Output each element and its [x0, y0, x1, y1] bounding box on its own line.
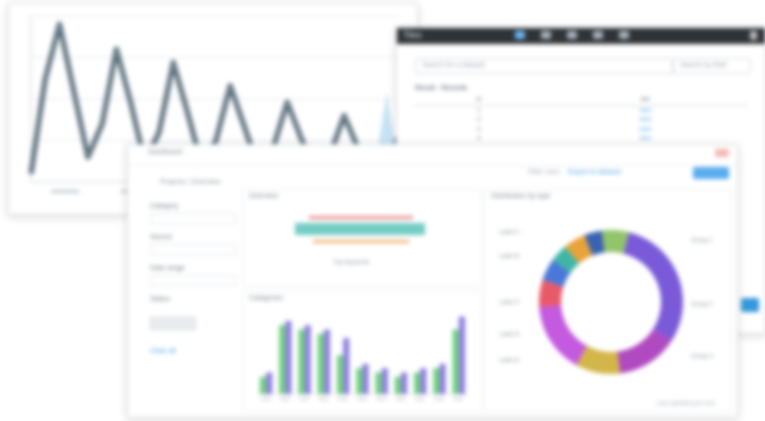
filter-field-date[interactable]	[150, 275, 236, 286]
table-row[interactable]: 2 view	[415, 116, 748, 126]
field-search-input[interactable]: Search by field	[673, 58, 751, 74]
wordcloud-main	[295, 223, 425, 235]
action-button[interactable]	[741, 298, 759, 312]
nav-home-icon[interactable]	[515, 31, 525, 39]
filter-label-category: Category	[150, 203, 179, 210]
x-tick-label	[434, 398, 444, 400]
x-tick-label	[395, 398, 406, 400]
x-tick-label	[337, 398, 348, 400]
nav-data-icon[interactable]	[541, 31, 551, 39]
x-tick-label	[318, 398, 329, 400]
app-topbar: Tiles	[397, 28, 765, 44]
table-row[interactable]: 1 view	[415, 106, 748, 116]
table-cell-link[interactable]: view	[542, 125, 748, 135]
x-tick-label	[453, 398, 464, 400]
bar	[343, 338, 350, 394]
bar-chart	[257, 316, 469, 400]
x-tick-label	[51, 190, 79, 193]
export-link[interactable]: Export to dataset	[568, 169, 621, 176]
column-header-id[interactable]: id	[415, 95, 543, 106]
table-cell-link[interactable]: view	[542, 106, 748, 116]
app-nav	[515, 31, 629, 39]
nav-user-icon[interactable]	[619, 31, 629, 39]
bar	[285, 320, 292, 394]
apply-button[interactable]	[150, 317, 196, 330]
filter-label-date: Date range	[150, 265, 185, 272]
bar	[458, 316, 465, 394]
bar	[394, 376, 401, 394]
search-input[interactable]: Search for a dataset	[415, 58, 673, 74]
x-tick-label	[299, 398, 309, 400]
bar	[298, 329, 305, 394]
primary-button[interactable]	[693, 167, 729, 179]
filter-label-source: Source	[150, 234, 173, 241]
sub-breadcrumb: Projects / Overview	[160, 179, 221, 186]
donut-slice	[617, 328, 672, 374]
footer-status: Last updated just now	[656, 401, 715, 407]
table-cell-id: 1	[477, 107, 481, 114]
x-tick-label	[376, 398, 387, 400]
section-label: Result - Records	[415, 85, 468, 92]
app-title: Tiles	[403, 30, 422, 40]
table-cell-link[interactable]: view	[542, 135, 748, 145]
bar	[304, 325, 311, 394]
donut-chart-panel: Distribution by type Label A Label B Lab…	[484, 189, 732, 413]
bar	[414, 372, 421, 394]
breadcrumb[interactable]: Dashboard	[148, 149, 182, 156]
filter-field-category[interactable]	[150, 213, 236, 224]
filter-field-source[interactable]	[150, 244, 236, 255]
wordcloud-line	[309, 216, 413, 219]
bar	[266, 372, 273, 394]
x-tick-label	[357, 398, 367, 400]
donut-chart	[538, 230, 683, 374]
donut-slice	[623, 232, 683, 341]
donut-slice	[539, 305, 587, 366]
wordcloud-caption: Top keywords	[333, 260, 370, 266]
column-header-link[interactable]: link	[542, 95, 748, 106]
bar	[362, 363, 369, 394]
bar	[337, 355, 344, 394]
bar	[375, 372, 382, 394]
nav-chart-icon[interactable]	[567, 31, 577, 39]
bar	[356, 368, 363, 394]
dashboard-header: Dashboard	[128, 145, 737, 166]
close-icon[interactable]	[715, 149, 729, 157]
nav-settings-icon[interactable]	[593, 31, 603, 39]
filter-label-status: Status	[150, 296, 170, 303]
bar-chart-panel: Categories	[242, 291, 482, 413]
table-cell-id: 4	[477, 136, 481, 143]
table-row[interactable]: 4 view	[415, 135, 748, 145]
x-tick-label	[415, 398, 425, 400]
bar	[259, 376, 267, 394]
bar	[317, 333, 324, 394]
bar	[279, 325, 286, 394]
x-tick-label	[280, 398, 290, 400]
menu-icon[interactable]	[750, 31, 757, 40]
dashboard-window: Dashboard Projects / Overview Filter vie…	[127, 144, 738, 418]
bar	[420, 368, 427, 394]
bar	[381, 368, 388, 394]
filter-sidebar: Category Source Date range Status Clear …	[150, 193, 236, 393]
panel-title-overview: Overview	[249, 193, 279, 200]
bar	[439, 363, 446, 394]
bar	[433, 368, 440, 394]
table-cell-id: 2	[477, 117, 481, 124]
bar	[452, 329, 459, 394]
filter-view-text: Filter view	[528, 169, 560, 176]
wordcloud-line	[313, 240, 409, 243]
bar	[323, 329, 331, 394]
table-row[interactable]: 3 view	[415, 125, 748, 135]
bar	[401, 372, 408, 394]
clear-all-link[interactable]: Clear all	[150, 348, 236, 355]
wordcloud-panel: Overview Top keywords	[242, 189, 482, 287]
table-cell-link[interactable]: view	[542, 116, 748, 126]
x-tick-label	[260, 398, 271, 400]
table-cell-id: 3	[477, 126, 481, 133]
